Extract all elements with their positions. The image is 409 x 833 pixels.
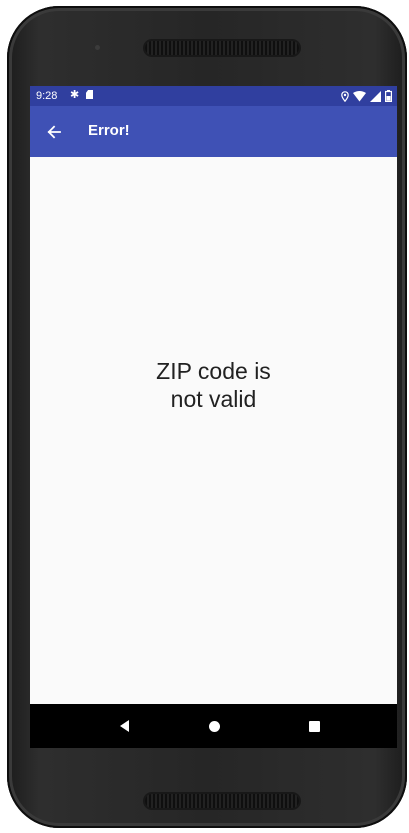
front-camera: [95, 45, 100, 50]
earpiece-speaker: [145, 41, 299, 55]
back-triangle-icon: [119, 720, 129, 732]
bottom-speaker: [145, 794, 299, 808]
page-title: Error!: [88, 122, 130, 139]
back-button[interactable]: [36, 114, 72, 150]
sd-card-icon: [86, 90, 93, 99]
battery-icon: [385, 90, 392, 102]
recents-square-icon: [308, 720, 320, 732]
location-icon: [341, 90, 349, 102]
nav-back-button[interactable]: [111, 713, 137, 739]
nav-home-button[interactable]: [201, 713, 227, 739]
error-message-line-2: not valid: [170, 386, 257, 412]
settings-icon: ✱: [70, 89, 80, 101]
main-content: ZIP code is not valid: [30, 157, 397, 704]
home-circle-icon: [208, 720, 220, 732]
status-time: 9:28: [36, 90, 58, 102]
app-bar: Error!: [30, 106, 397, 157]
navigation-bar: [30, 704, 397, 748]
status-bar: 9:28 ✱: [30, 86, 397, 106]
signal-icon: [370, 90, 381, 102]
status-icons: [341, 89, 392, 103]
device-screen: 9:28 ✱ Error! ZIP code is not valid: [30, 86, 397, 748]
error-message: ZIP code is not valid: [30, 357, 397, 413]
wifi-icon: [353, 90, 366, 101]
arrow-left-icon: [47, 125, 61, 139]
error-message-line-1: ZIP code is: [156, 358, 271, 384]
nav-recents-button[interactable]: [301, 713, 327, 739]
